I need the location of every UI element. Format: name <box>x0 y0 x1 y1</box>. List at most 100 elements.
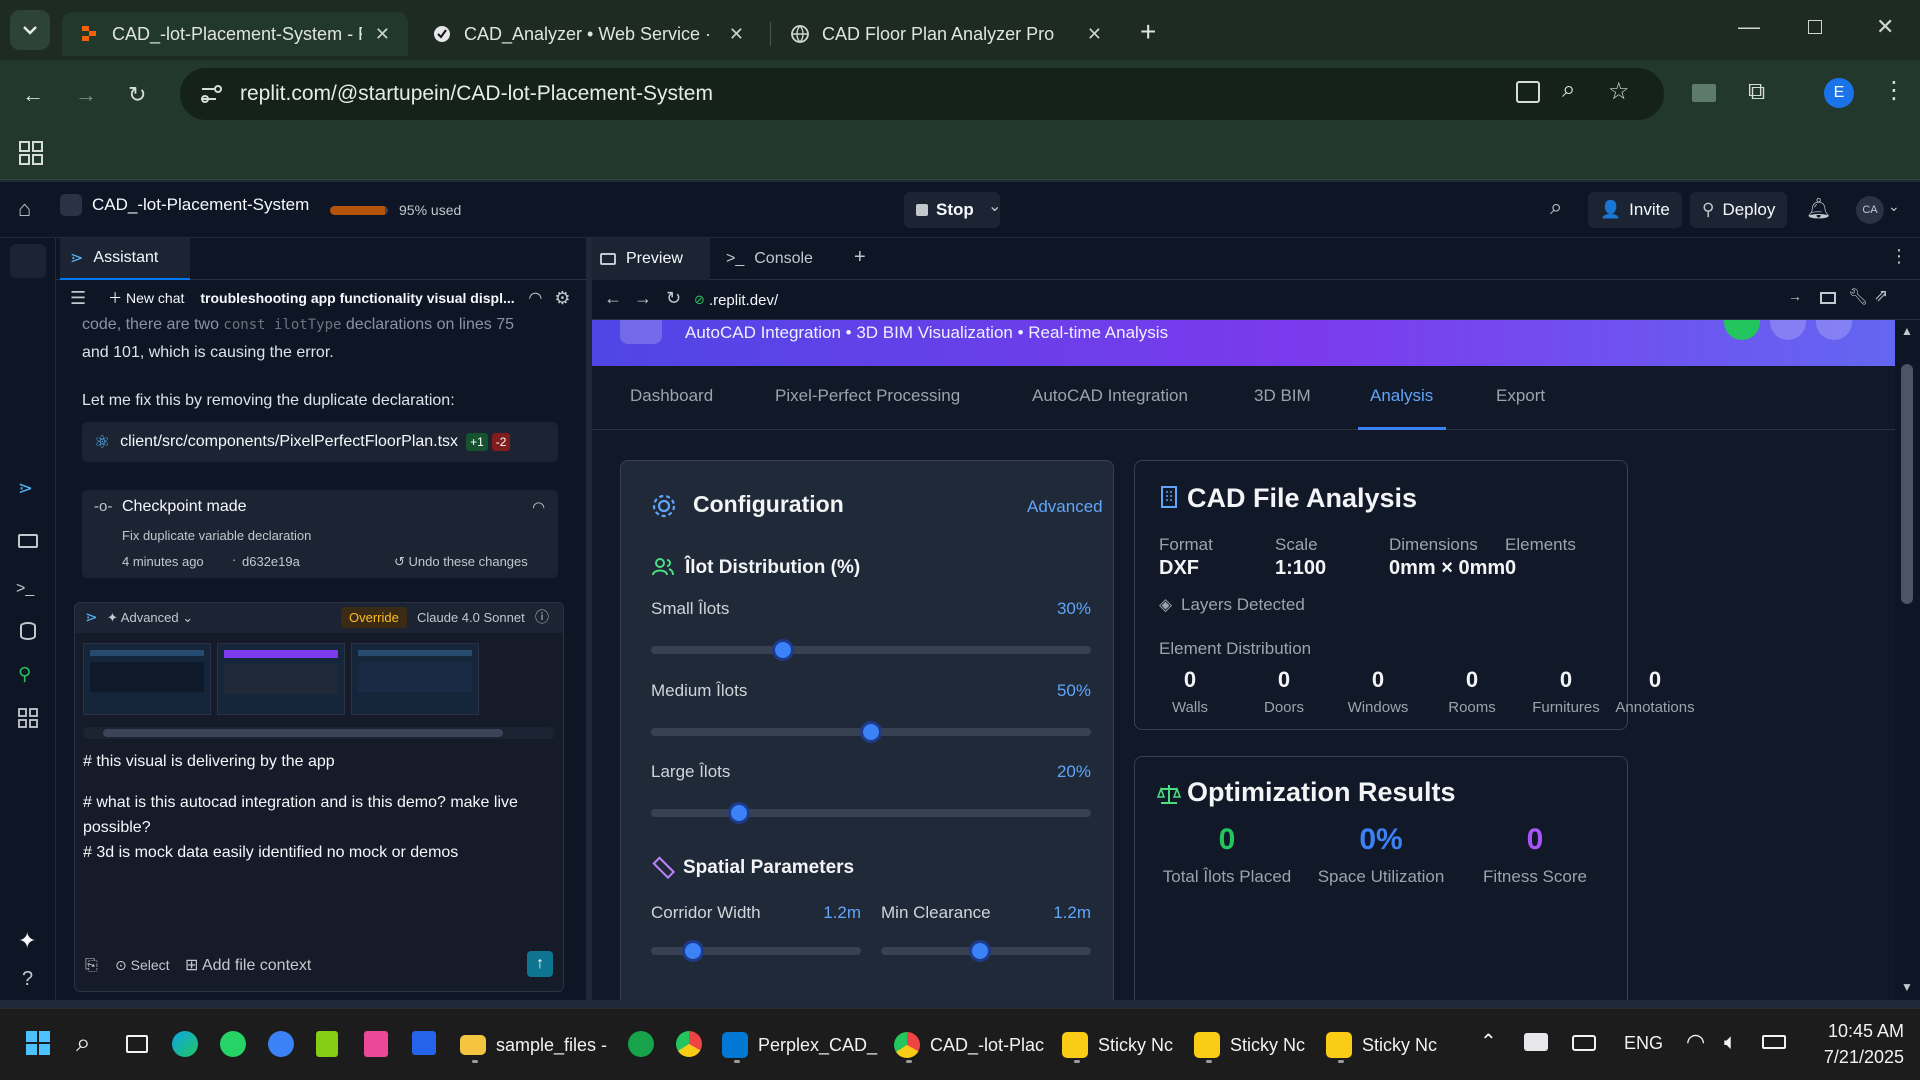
prompt-textarea[interactable]: # this visual is delivering by the app #… <box>83 749 553 899</box>
whatsapp-icon[interactable] <box>220 1031 246 1057</box>
forward-icon[interactable]: → <box>75 82 97 108</box>
taskbar-item-sticky-notes[interactable]: Sticky Nc <box>1326 1025 1437 1065</box>
wifi-icon[interactable]: ◠ <box>1686 1029 1705 1055</box>
back-icon[interactable]: ← <box>604 288 622 309</box>
zoom-icon[interactable]: ⌕ <box>1562 76 1575 104</box>
large-ilots-slider-thumb[interactable] <box>728 802 750 824</box>
show-hidden-icons-chevron-icon[interactable]: ⌃ <box>1480 1029 1497 1054</box>
reload-icon[interactable]: ↻ <box>128 82 146 108</box>
scroll-thumb[interactable] <box>1901 364 1913 604</box>
webview-icon[interactable] <box>18 534 38 548</box>
close-icon[interactable]: ✕ <box>1087 24 1102 45</box>
usage-bar[interactable] <box>330 206 388 215</box>
file-change-card[interactable]: ⚛ client/src/components/PixelPerfectFloo… <box>82 422 558 462</box>
screen-cast-icon[interactable] <box>1692 84 1716 102</box>
speed-icon[interactable]: ◠ <box>532 498 545 516</box>
select-element-button[interactable]: ⊙ Select <box>115 957 170 974</box>
forward-icon[interactable]: → <box>634 288 652 309</box>
close-icon[interactable]: ✕ <box>375 24 390 45</box>
tab-search-button[interactable] <box>10 10 50 50</box>
keyboard-icon[interactable] <box>1572 1035 1596 1051</box>
tab-console[interactable]: >_ Console <box>718 238 836 280</box>
attachments-scrollbar[interactable] <box>83 727 555 739</box>
min-clearance-slider-thumb[interactable] <box>968 940 991 962</box>
all-tools-icon[interactable] <box>18 708 38 728</box>
large-ilots-slider-track[interactable] <box>651 802 1091 824</box>
header-icon-button[interactable] <box>1816 320 1852 340</box>
edge-icon[interactable] <box>172 1031 198 1057</box>
battery-icon[interactable] <box>1762 1035 1786 1049</box>
tab-3d-bim[interactable]: 3D BIM <box>1254 386 1311 406</box>
deployments-icon[interactable]: ⚲ <box>18 664 31 685</box>
windows-start-icon[interactable] <box>26 1031 50 1055</box>
override-badge[interactable]: Override <box>341 607 407 628</box>
run-options-chevron-icon[interactable]: ⌄ <box>988 196 1001 216</box>
profile-avatar[interactable]: E <box>1824 78 1854 108</box>
send-button[interactable]: ↑ <box>527 951 553 977</box>
attachment-thumbnail[interactable] <box>351 643 479 715</box>
stop-button[interactable]: Stop <box>904 192 1000 228</box>
back-icon[interactable]: ← <box>22 82 44 108</box>
attach-icon[interactable]: ⎘ <box>85 957 98 975</box>
agent-icon[interactable]: ⋗ <box>18 478 33 499</box>
bookmark-star-icon[interactable]: ☆ <box>1608 77 1630 106</box>
project-switcher[interactable]: CAD_-lot-Placement-System <box>60 194 309 216</box>
home-icon[interactable]: ⌂ <box>18 196 31 222</box>
close-window-button[interactable]: ✕ <box>1876 14 1894 40</box>
settings-gear-icon[interactable]: ⚙ <box>554 288 570 309</box>
min-clearance-slider-track[interactable] <box>881 940 1091 962</box>
pane-menu-icon[interactable]: ⋮ <box>1890 246 1908 267</box>
small-ilots-slider-track[interactable] <box>651 639 1091 661</box>
new-tab-button[interactable]: + <box>1140 16 1156 48</box>
taskbar-item-chrome[interactable]: CAD_-lot-Plac <box>894 1025 1044 1065</box>
corridor-width-slider-thumb[interactable] <box>682 940 704 962</box>
preview-url-input[interactable]: ⊘ .replit.dev/ <box>694 286 1792 314</box>
account-avatar[interactable]: CA <box>1856 196 1884 224</box>
docker-icon[interactable] <box>1524 1033 1548 1051</box>
speed-icon[interactable]: ◠ <box>528 288 542 308</box>
close-icon[interactable]: ✕ <box>729 24 744 45</box>
tab-autocad-integration[interactable]: AutoCAD Integration <box>1032 386 1188 406</box>
tab-pixel-perfect-processing[interactable]: Pixel-Perfect Processing <box>775 386 960 406</box>
notifications-bell-icon[interactable]: 🔔︎ <box>1806 196 1831 221</box>
attachment-thumbnail[interactable] <box>83 643 211 715</box>
file-tree-icon[interactable] <box>10 244 46 278</box>
new-chat-button[interactable]: ＋ New chat <box>108 288 184 308</box>
clock-time[interactable]: 10:45 AM <box>1804 1021 1904 1042</box>
restore-button[interactable] <box>1808 20 1822 34</box>
chat-history-icon[interactable]: ☰ <box>70 288 86 309</box>
browser-tab[interactable]: CAD Floor Plan Analyzer Pro ✕ <box>772 12 1120 56</box>
preview-scrollbar[interactable]: ▲ ▼ <box>1895 320 1920 1000</box>
notepad-icon[interactable] <box>316 1031 338 1057</box>
corridor-width-slider-track[interactable] <box>651 940 861 962</box>
taskbar-item-sticky-notes[interactable]: Sticky Nc <box>1194 1025 1305 1065</box>
apps-grid-icon[interactable] <box>18 140 44 166</box>
search-icon[interactable]: ⌕ <box>1550 194 1562 220</box>
devices-icon[interactable] <box>1820 292 1836 304</box>
reload-icon[interactable]: ↻ <box>666 288 681 309</box>
feedly-icon[interactable] <box>628 1031 654 1057</box>
browser-tab[interactable]: CAD_Analyzer • Web Service · ✕ <box>414 12 762 56</box>
site-settings-icon[interactable] <box>196 79 226 109</box>
database-icon[interactable] <box>20 622 36 640</box>
tab-analysis[interactable]: Analysis <box>1370 386 1433 406</box>
attachment-thumbnail[interactable] <box>217 643 345 715</box>
add-tab-button[interactable]: + <box>854 246 866 269</box>
minimize-button[interactable]: — <box>1738 14 1760 40</box>
tab-dashboard[interactable]: Dashboard <box>630 386 713 406</box>
info-icon[interactable]: ⓘ <box>535 607 549 627</box>
store-icon[interactable] <box>412 1031 436 1055</box>
invite-button[interactable]: 👤 Invite <box>1588 192 1682 228</box>
sparkle-icon[interactable]: ✦ <box>18 928 36 954</box>
add-file-context-button[interactable]: ⊞ Add file context <box>185 955 311 975</box>
taskbar-item-file-explorer[interactable]: sample_files - <box>460 1025 607 1065</box>
clock-date[interactable]: 7/21/2025 <box>1804 1047 1904 1068</box>
browser-tab[interactable]: CAD_-lot-Placement-System - R ✕ <box>62 12 408 56</box>
medium-ilots-slider-thumb[interactable] <box>860 721 882 743</box>
scroll-down-icon[interactable]: ▼ <box>1901 980 1913 994</box>
devtools-wrench-icon[interactable]: 🔧︎ <box>1848 287 1868 307</box>
scroll-up-icon[interactable]: ▲ <box>1901 324 1913 338</box>
deploy-button[interactable]: ⚲ Deploy <box>1690 192 1788 228</box>
advanced-mode-dropdown[interactable]: ✦ Advanced ⌄ <box>107 610 193 626</box>
account-chevron-icon[interactable]: ⌄ <box>1888 198 1900 215</box>
